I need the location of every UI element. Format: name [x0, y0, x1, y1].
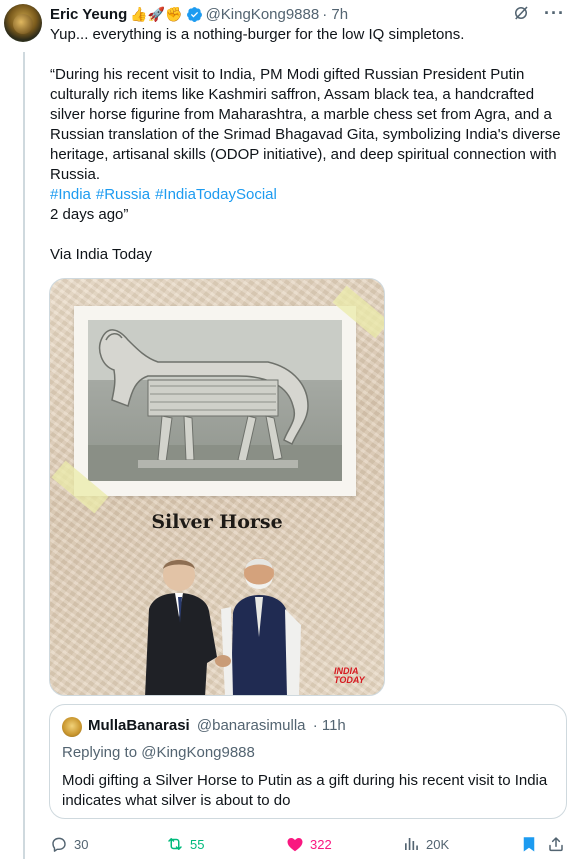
- like-count: 322: [310, 836, 332, 852]
- quoted-tweet-header: MullaBanarasi @banarasimulla · 11h: [88, 717, 346, 734]
- tweet-text-main: Yup... everything is a nothing-burger fo…: [50, 26, 465, 43]
- retweet-icon: [168, 838, 182, 850]
- reply-count: 30: [74, 836, 89, 852]
- bookmark-button[interactable]: [520, 834, 538, 854]
- author-avatar[interactable]: [4, 4, 42, 42]
- like-button[interactable]: 322: [286, 834, 332, 854]
- author-name[interactable]: Eric Yeung: [50, 6, 127, 23]
- quoted-author-name[interactable]: MullaBanarasi: [88, 717, 190, 734]
- media-caption: Silver Horse: [151, 511, 283, 533]
- views-icon: [405, 838, 418, 850]
- retweet-count: 55: [190, 836, 205, 852]
- bookmark-icon: [523, 837, 535, 852]
- tweet-text-days: 2 days ago”: [50, 206, 129, 223]
- author-emojis: 👍🚀✊: [130, 5, 183, 22]
- thread-connector-line: [23, 52, 25, 859]
- leaders-photo-graphic: [145, 558, 301, 695]
- tweet-text-via: Via India Today: [50, 246, 153, 263]
- hashtag-link[interactable]: #IndiaTodaySocial: [155, 186, 277, 203]
- tweet-media-image[interactable]: Silver Horse INDIA TODAY: [49, 278, 385, 696]
- share-icon: [549, 837, 563, 852]
- tweet-hashtags: #India #Russia #IndiaTodaySocial: [50, 185, 565, 205]
- polaroid-frame: [74, 306, 356, 496]
- hashtag-link[interactable]: #India: [50, 186, 91, 203]
- quoted-tweet-card[interactable]: MullaBanarasi @banarasimulla · 11h Reply…: [49, 704, 567, 819]
- reply-button[interactable]: 30: [50, 834, 88, 854]
- views-button[interactable]: 20K: [402, 834, 449, 854]
- horse-figurine-graphic: [88, 320, 342, 481]
- quoted-author-handle[interactable]: @banarasimulla: [197, 717, 306, 734]
- like-icon: [287, 838, 303, 852]
- replying-to-line: Replying to @KingKong9888: [62, 744, 255, 761]
- reply-icon: [52, 837, 66, 852]
- grok-icon[interactable]: [512, 4, 530, 22]
- tweet-header: Eric Yeung 👍🚀✊ @KingKong9888 · 7h ···: [50, 4, 565, 24]
- replying-to-mention[interactable]: @KingKong9888: [141, 744, 255, 761]
- retweet-button[interactable]: 55: [166, 834, 204, 854]
- hashtag-link[interactable]: #Russia: [96, 186, 150, 203]
- views-count: 20K: [426, 836, 450, 852]
- tweet-time[interactable]: · 7h: [322, 6, 348, 23]
- quoted-author-avatar[interactable]: [62, 717, 82, 737]
- quoted-tweet-time[interactable]: · 11h: [313, 717, 346, 734]
- silver-horse-photo: [88, 320, 342, 481]
- tweet-action-bar: 30 55 322 20K: [50, 834, 565, 854]
- author-handle[interactable]: @KingKong9888: [206, 6, 320, 23]
- tweet-text-quote: “During his recent visit to India, PM Mo…: [50, 66, 561, 183]
- quoted-tweet-text: Modi gifting a Silver Horse to Putin as …: [62, 772, 548, 809]
- verified-badge-icon: [186, 6, 202, 22]
- india-today-logo: INDIA TODAY: [334, 666, 365, 685]
- more-icon[interactable]: ···: [544, 4, 565, 22]
- share-button[interactable]: [547, 834, 565, 854]
